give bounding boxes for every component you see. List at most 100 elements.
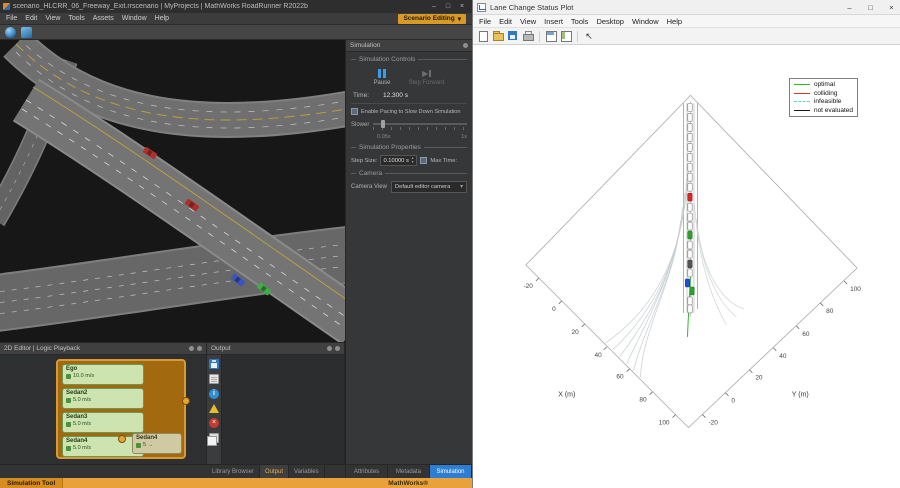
tab-output[interactable]: Output (260, 465, 289, 478)
figure-app-icon (477, 3, 486, 12)
menu-item-view[interactable]: View (45, 15, 60, 22)
simulation-panel-title: Simulation (350, 42, 380, 49)
minimize-icon[interactable]: – (841, 3, 858, 12)
step-size-input[interactable]: 0.10000 s ▲▼ (380, 155, 417, 166)
menu-item-window[interactable]: Window (122, 15, 147, 22)
legend-label: optimal (814, 81, 835, 88)
y-tick-label: 60 (802, 331, 810, 338)
new-file-icon[interactable] (477, 30, 489, 42)
figure-menubar: File Edit View Insert Tools Desktop Wind… (473, 15, 900, 28)
step-forward-button[interactable]: ▶ Step Forward (409, 69, 445, 86)
fig-menu-window[interactable]: Window (632, 17, 659, 26)
legend-entry-not-evaluated: not evaluated (794, 107, 853, 114)
max-time-checkbox[interactable] (420, 157, 427, 164)
fig-menu-file[interactable]: File (479, 17, 491, 26)
fig-menu-edit[interactable]: Edit (499, 17, 512, 26)
pause-button[interactable]: Pause (373, 69, 390, 86)
legend-line-sample (794, 101, 810, 102)
menu-item-help[interactable]: Help (155, 15, 169, 22)
menu-item-file[interactable]: File (6, 15, 17, 22)
panel-menu-icon[interactable] (197, 346, 202, 351)
save-log-icon[interactable] (209, 359, 219, 369)
actor-node-sedan3[interactable]: Sedan3 5.0 m/s (62, 412, 144, 433)
actor-node-ego[interactable]: Ego 10.0 m/s (62, 364, 144, 385)
not-evaluated-vehicle (688, 260, 692, 268)
fig-menu-help[interactable]: Help (667, 17, 682, 26)
action-node-sedan4[interactable]: Sedan4 5 → (132, 433, 182, 454)
copy-icon[interactable] (209, 433, 219, 443)
step-size-label: Step Size: (351, 158, 377, 164)
gear-icon[interactable] (189, 346, 194, 351)
road-scene (0, 40, 345, 342)
legend-label: colliding (814, 90, 838, 97)
legend[interactable]: optimal colliding infeasible not evaluat… (789, 78, 858, 117)
fig-menu-insert[interactable]: Insert (544, 17, 563, 26)
section-camera: Camera (351, 170, 467, 177)
close-icon[interactable]: × (455, 3, 469, 10)
panel-menu-icon[interactable] (335, 346, 340, 351)
dock-figure-icon[interactable] (545, 30, 557, 42)
actor-speed: 5.0 m/s (73, 445, 91, 452)
print-icon[interactable] (522, 30, 534, 42)
y-tick-label: 0 (731, 398, 735, 405)
plot-area[interactable]: -20 0 20 40 60 80 100 (473, 45, 900, 488)
vehicle-tool-icon[interactable] (21, 27, 32, 38)
legend-line-sample (794, 110, 810, 111)
roadrunner-main: 2D Editor | Logic Playback Ego 10.0 m/s (0, 40, 472, 478)
y-tick-label: 100 (850, 286, 861, 293)
pacing-checkbox[interactable] (351, 108, 358, 115)
maximize-icon[interactable]: □ (862, 3, 879, 12)
camera-view-icon[interactable] (5, 27, 16, 38)
camera-view-label: Camera View (351, 184, 387, 190)
3d-viewport[interactable] (0, 40, 345, 342)
fig-menu-view[interactable]: View (520, 17, 536, 26)
legend-label: not evaluated (814, 107, 853, 114)
pacing-slider[interactable] (373, 119, 467, 130)
output-body: i × (207, 355, 344, 464)
y-axis-label: Y (m) (792, 392, 809, 399)
figure-window: Lane Change Status Plot – □ × File Edit … (472, 0, 900, 488)
tab-simulation[interactable]: Simulation (430, 465, 472, 478)
x-axis-label: X (m) (558, 392, 575, 399)
save-icon[interactable] (507, 30, 519, 42)
camera-view-dropdown[interactable]: Default editor camera ▾ (391, 181, 467, 193)
optimal-vehicle-1 (688, 231, 692, 239)
minimize-icon[interactable]: – (427, 3, 441, 10)
gear-icon[interactable] (463, 43, 468, 48)
warning-icon[interactable] (209, 404, 219, 413)
new-file-icon[interactable] (209, 374, 219, 384)
spinner-down-icon[interactable]: ▼ (411, 161, 414, 165)
bottom-panels: 2D Editor | Logic Playback Ego 10.0 m/s (0, 342, 345, 464)
fig-menu-desktop[interactable]: Desktop (596, 17, 624, 26)
close-icon[interactable]: × (883, 3, 900, 12)
menu-item-edit[interactable]: Edit (25, 15, 37, 22)
logic-phase-container[interactable]: Ego 10.0 m/s Sedan2 5.0 m/s Sedan3 5.0 m… (56, 359, 186, 459)
connector-port[interactable] (182, 397, 190, 405)
time-label: Time: (353, 92, 369, 99)
tab-metadata[interactable]: Metadata (388, 465, 430, 478)
lane-change-icon (136, 443, 141, 448)
slider-thumb[interactable] (381, 120, 385, 128)
info-icon[interactable]: i (209, 389, 219, 399)
tab-variables[interactable]: Variables (289, 465, 325, 478)
simulation-panel: Simulation Simulation Controls Pause ▶ S… (345, 40, 472, 478)
step-size-value: 0.10000 s (383, 158, 408, 164)
menu-item-assets[interactable]: Assets (93, 15, 114, 22)
open-folder-icon[interactable] (492, 30, 504, 42)
tab-attributes[interactable]: Attributes (346, 465, 388, 478)
tab-library-browser[interactable]: Library Browser (207, 465, 260, 478)
layout-icon[interactable] (560, 30, 572, 42)
pointer-icon[interactable]: ↖ (583, 30, 595, 42)
maximize-icon[interactable]: □ (441, 3, 455, 10)
menu-item-tools[interactable]: Tools (68, 15, 84, 22)
slider-max-label: 1x (461, 134, 467, 140)
logic-canvas[interactable]: Ego 10.0 m/s Sedan2 5.0 m/s Sedan3 5.0 m… (0, 355, 206, 464)
gear-icon[interactable] (327, 346, 332, 351)
connector-port[interactable] (118, 435, 126, 443)
scenario-editing-dropdown[interactable]: Scenario Editing ▾ (398, 14, 466, 24)
actor-node-sedan2[interactable]: Sedan2 5.0 m/s (62, 388, 144, 409)
actor-name: Sedan2 (66, 390, 140, 397)
x-tick-label: 20 (572, 329, 580, 336)
error-icon[interactable]: × (209, 418, 219, 428)
fig-menu-tools[interactable]: Tools (571, 17, 589, 26)
